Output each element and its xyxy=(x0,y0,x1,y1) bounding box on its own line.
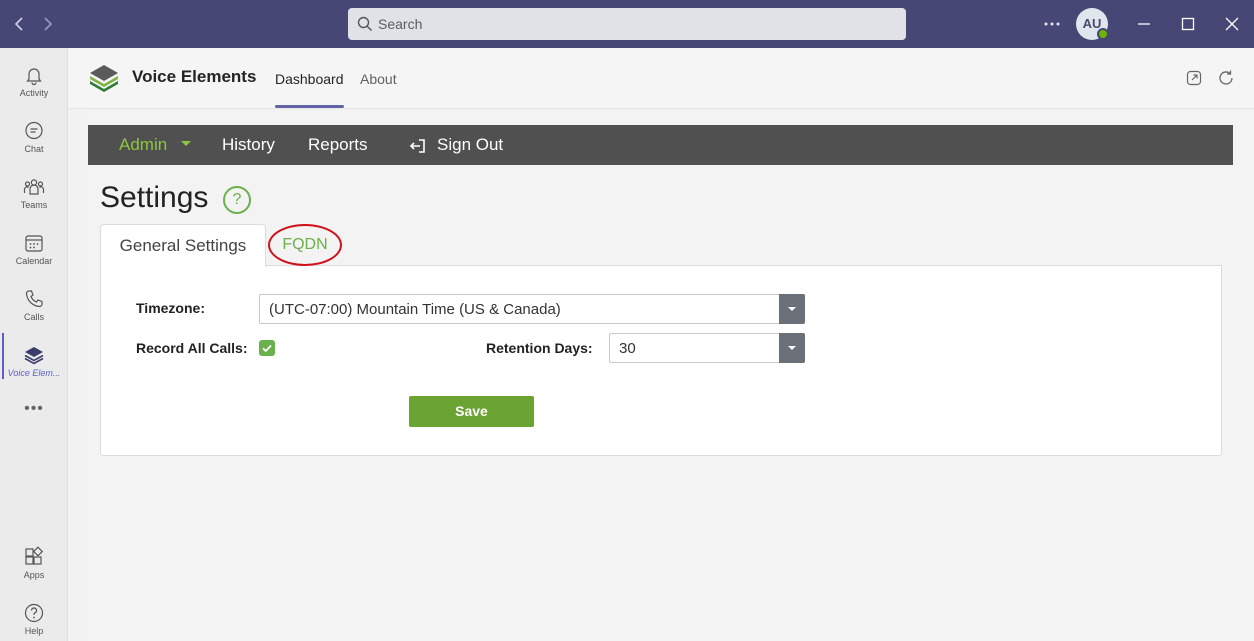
help-icon xyxy=(0,602,68,624)
minimize-icon[interactable] xyxy=(1132,12,1156,36)
rail-item-help[interactable]: Help xyxy=(0,594,68,641)
app-header: Voice Elements Dashboard About xyxy=(68,48,1254,109)
rail-item-teams[interactable]: Teams xyxy=(0,168,68,220)
retention-days-select[interactable]: 30 xyxy=(609,333,805,363)
rail-label: Activity xyxy=(19,88,49,98)
layers-icon xyxy=(0,344,68,366)
admin-menu[interactable]: Admin xyxy=(119,135,167,155)
rail-label: Calendar xyxy=(15,256,53,266)
sign-out-link[interactable]: Sign Out xyxy=(437,135,503,155)
left-rail: Activity Chat Teams Calendar Calls Voice… xyxy=(0,48,68,641)
rail-label: Teams xyxy=(20,200,48,210)
highlight-annotation xyxy=(268,224,342,266)
rail-label: Voice Elem... xyxy=(7,368,61,378)
chevron-down-icon[interactable] xyxy=(779,333,805,363)
help-question-icon[interactable]: ? xyxy=(223,186,251,214)
rail-label: Apps xyxy=(23,570,45,580)
popout-icon[interactable] xyxy=(1185,69,1203,87)
rail-item-calls[interactable]: Calls xyxy=(0,280,68,332)
search-icon xyxy=(357,16,373,32)
search-input[interactable] xyxy=(378,8,878,40)
admin-navbar: Admin History Reports Sign Out xyxy=(88,125,1233,165)
rail-label: Chat xyxy=(24,144,44,154)
reports-link[interactable]: Reports xyxy=(308,135,368,155)
active-tab-indicator xyxy=(275,105,344,108)
more-options-icon[interactable] xyxy=(1040,12,1064,36)
status-available-icon xyxy=(1097,28,1109,40)
timezone-select[interactable]: (UTC-07:00) Mountain Time (US & Canada) xyxy=(259,294,805,324)
retention-days-label: Retention Days: xyxy=(486,340,593,356)
tab-about[interactable]: About xyxy=(360,71,397,87)
page-title: Settings xyxy=(100,181,209,214)
rail-active-indicator xyxy=(2,333,4,379)
sign-out-icon xyxy=(409,137,427,155)
save-button[interactable]: Save xyxy=(409,396,534,427)
record-calls-label: Record All Calls: xyxy=(136,340,248,356)
rail-item-apps[interactable]: Apps xyxy=(0,538,68,590)
rail-item-voice-elements[interactable]: Voice Elem... xyxy=(0,336,68,388)
rail-item-calendar[interactable]: Calendar xyxy=(0,224,68,276)
rail-item-activity[interactable]: Activity xyxy=(0,56,68,108)
calendar-icon xyxy=(0,232,68,254)
back-arrow-icon[interactable] xyxy=(9,12,29,36)
timezone-label: Timezone: xyxy=(136,300,205,316)
record-calls-checkbox[interactable] xyxy=(259,340,275,356)
forward-arrow-icon[interactable] xyxy=(38,12,58,36)
timezone-value: (UTC-07:00) Mountain Time (US & Canada) xyxy=(269,301,561,318)
more-apps-icon[interactable]: ••• xyxy=(0,400,68,418)
retention-days-value: 30 xyxy=(619,340,636,357)
chat-icon xyxy=(0,120,68,142)
rail-label: Help xyxy=(24,626,44,636)
tab-dashboard[interactable]: Dashboard xyxy=(275,71,344,87)
apps-icon xyxy=(0,546,68,568)
admin-caret-icon[interactable] xyxy=(181,141,191,146)
search-box[interactable] xyxy=(348,8,906,40)
bell-icon xyxy=(0,64,68,86)
tab-general-settings[interactable]: General Settings xyxy=(100,224,266,267)
rail-label: Calls xyxy=(23,312,44,322)
phone-icon xyxy=(0,288,68,310)
voice-elements-logo-icon xyxy=(87,62,121,94)
maximize-icon[interactable] xyxy=(1176,12,1200,36)
close-icon[interactable] xyxy=(1220,12,1244,36)
rail-item-chat[interactable]: Chat xyxy=(0,112,68,164)
history-link[interactable]: History xyxy=(222,135,275,155)
checkmark-icon xyxy=(262,344,272,353)
refresh-icon[interactable] xyxy=(1217,69,1235,87)
teams-icon xyxy=(0,176,68,198)
chevron-down-icon[interactable] xyxy=(779,294,805,324)
app-title: Voice Elements xyxy=(132,67,257,86)
